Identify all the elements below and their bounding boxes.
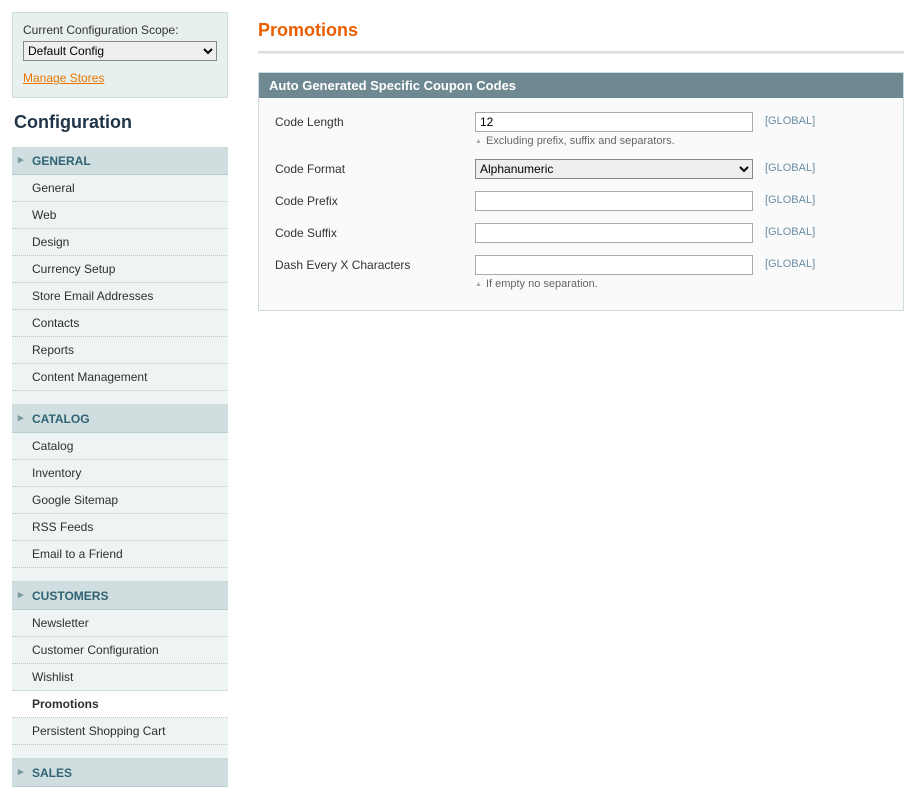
form-label: Code Format bbox=[275, 159, 475, 176]
form-label: Code Prefix bbox=[275, 191, 475, 208]
scope-badge: [GLOBAL] bbox=[765, 112, 815, 127]
form-field bbox=[475, 223, 753, 243]
title-underline bbox=[258, 51, 904, 54]
nav-section-header[interactable]: SALES bbox=[12, 760, 228, 787]
form-field: Alphanumeric bbox=[475, 159, 753, 179]
form-label: Code Suffix bbox=[275, 223, 475, 240]
nav-item-customer-configuration[interactable]: Customer Configuration bbox=[12, 637, 228, 664]
nav-item-promotions[interactable]: Promotions bbox=[12, 691, 228, 718]
form-note: Excluding prefix, suffix and separators. bbox=[475, 135, 753, 147]
input-code-suffix[interactable] bbox=[475, 223, 753, 243]
input-code-prefix[interactable] bbox=[475, 191, 753, 211]
sidebar: Current Configuration Scope: Default Con… bbox=[0, 0, 228, 787]
scope-badge: [GLOBAL] bbox=[765, 159, 815, 174]
nav-item-catalog[interactable]: Catalog bbox=[12, 433, 228, 460]
form-label: Code Length bbox=[275, 112, 475, 129]
form-row: Code FormatAlphanumeric [GLOBAL] bbox=[275, 159, 887, 179]
nav-section-spacer bbox=[12, 568, 228, 582]
nav-item-content-management[interactable]: Content Management bbox=[12, 364, 228, 391]
input-dash-every-x-characters[interactable] bbox=[475, 255, 753, 275]
scope-badge: [GLOBAL] bbox=[765, 223, 815, 238]
form-field bbox=[475, 191, 753, 211]
nav-section-header[interactable]: CUSTOMERS bbox=[12, 583, 228, 610]
nav-item-wishlist[interactable]: Wishlist bbox=[12, 664, 228, 691]
main-content: Promotions Auto Generated Specific Coupo… bbox=[228, 0, 914, 787]
nav-item-reports[interactable]: Reports bbox=[12, 337, 228, 364]
nav-item-design[interactable]: Design bbox=[12, 229, 228, 256]
input-code-length[interactable] bbox=[475, 112, 753, 132]
form-field: Excluding prefix, suffix and separators. bbox=[475, 112, 753, 147]
nav-item-persistent-shopping-cart[interactable]: Persistent Shopping Cart bbox=[12, 718, 228, 745]
form-row: Dash Every X CharactersIf empty no separ… bbox=[275, 255, 887, 290]
nav-item-inventory[interactable]: Inventory bbox=[12, 460, 228, 487]
page-title: Promotions bbox=[258, 20, 904, 41]
nav-item-contacts[interactable]: Contacts bbox=[12, 310, 228, 337]
nav-item-rss-feeds[interactable]: RSS Feeds bbox=[12, 514, 228, 541]
nav-item-store-email-addresses[interactable]: Store Email Addresses bbox=[12, 283, 228, 310]
config-title: Configuration bbox=[12, 98, 228, 147]
form-row: Code Suffix [GLOBAL] bbox=[275, 223, 887, 243]
nav-item-currency-setup[interactable]: Currency Setup bbox=[12, 256, 228, 283]
scope-select[interactable]: Default Config bbox=[23, 41, 217, 61]
scope-badge: [GLOBAL] bbox=[765, 191, 815, 206]
fieldset-legend: Auto Generated Specific Coupon Codes bbox=[259, 73, 903, 98]
nav-section-header[interactable]: CATALOG bbox=[12, 406, 228, 433]
form-row: Code LengthExcluding prefix, suffix and … bbox=[275, 112, 887, 147]
form-label: Dash Every X Characters bbox=[275, 255, 475, 272]
manage-stores-link[interactable]: Manage Stores bbox=[23, 71, 104, 85]
scope-box: Current Configuration Scope: Default Con… bbox=[12, 12, 228, 98]
form-row: Code Prefix [GLOBAL] bbox=[275, 191, 887, 211]
form-field: If empty no separation. bbox=[475, 255, 753, 290]
nav-item-google-sitemap[interactable]: Google Sitemap bbox=[12, 487, 228, 514]
nav-item-general[interactable]: General bbox=[12, 175, 228, 202]
fieldset-coupon-codes: Auto Generated Specific Coupon Codes Cod… bbox=[258, 72, 904, 311]
nav-item-email-to-a-friend[interactable]: Email to a Friend bbox=[12, 541, 228, 568]
nav-item-newsletter[interactable]: Newsletter bbox=[12, 610, 228, 637]
nav-section-header[interactable]: GENERAL bbox=[12, 148, 228, 175]
nav-section-spacer bbox=[12, 391, 228, 405]
scope-badge: [GLOBAL] bbox=[765, 255, 815, 270]
input-code-format[interactable]: Alphanumeric bbox=[475, 159, 753, 179]
nav-section-spacer bbox=[12, 745, 228, 759]
nav-item-web[interactable]: Web bbox=[12, 202, 228, 229]
scope-label: Current Configuration Scope: bbox=[23, 23, 217, 37]
form-note: If empty no separation. bbox=[475, 278, 753, 290]
